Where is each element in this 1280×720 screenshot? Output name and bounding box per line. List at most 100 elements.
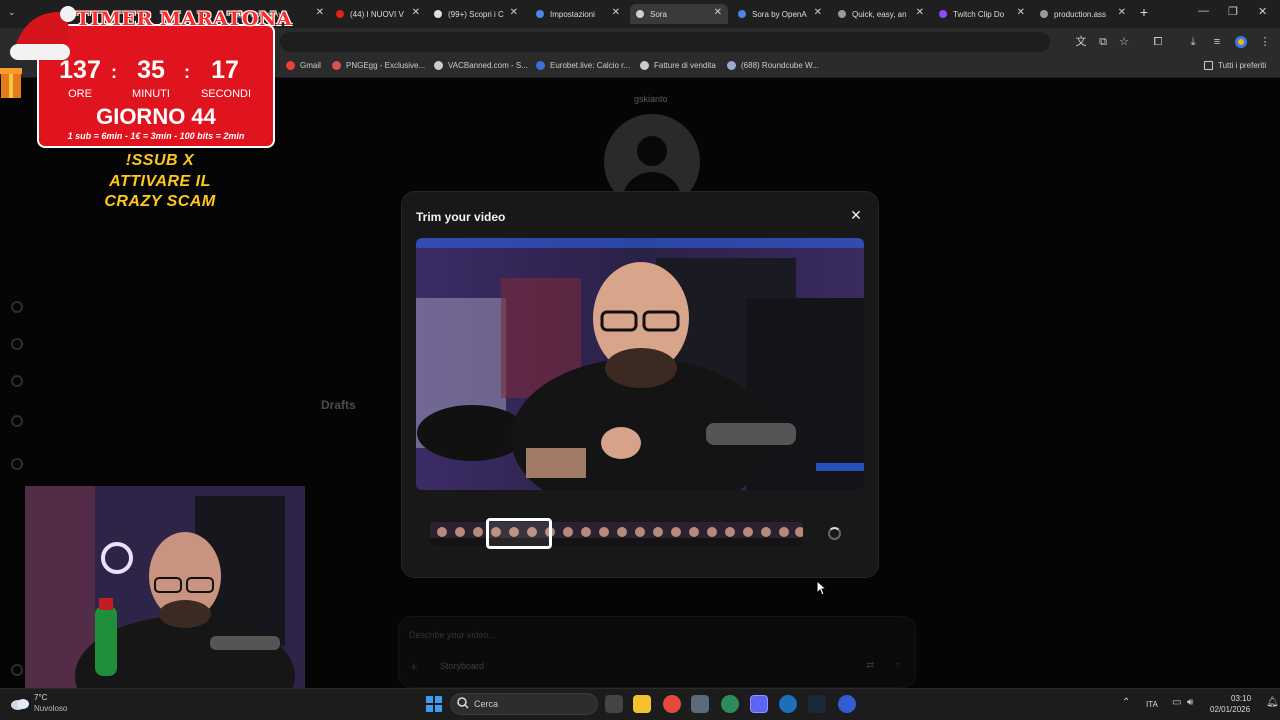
close-window-button[interactable]: ✕ bbox=[1258, 5, 1267, 18]
tiktok-favicon-icon bbox=[434, 10, 442, 18]
browser-menu-icon[interactable]: ⋮ bbox=[1258, 35, 1272, 49]
bookmark-eurobet[interactable]: Eurobet.live: Calcio r... bbox=[536, 61, 630, 70]
bookmark-label: VACBanned.com - S... bbox=[448, 61, 528, 70]
weather-description[interactable]: Nuvoloso bbox=[34, 704, 67, 713]
settings-sliders-icon[interactable]: ⇄ bbox=[866, 660, 874, 671]
sidebar-trophy-icon[interactable] bbox=[11, 375, 23, 387]
tab-label: Sora by OpenA bbox=[752, 9, 807, 19]
tab-close-icon[interactable]: ✕ bbox=[612, 7, 620, 18]
tab-close-icon[interactable]: ✕ bbox=[1118, 7, 1126, 18]
pngegg-icon bbox=[332, 61, 341, 70]
video-preview[interactable] bbox=[416, 238, 864, 490]
promo-line-3: CRAZY SCAM bbox=[104, 193, 216, 210]
cloud-icon bbox=[11, 699, 29, 710]
webcam-overlay bbox=[25, 486, 305, 688]
tab-search-list-icon[interactable]: ≡ bbox=[1210, 35, 1224, 49]
modal-close-button[interactable]: ✕ bbox=[846, 205, 866, 225]
download-icon[interactable]: ⤓ bbox=[1186, 35, 1200, 49]
prompt-composer[interactable] bbox=[398, 616, 916, 688]
timer-title: TIMER MARATONA bbox=[76, 8, 293, 30]
discord-icon[interactable] bbox=[750, 695, 768, 713]
tray-chevron-icon[interactable]: ⌃ bbox=[1122, 697, 1130, 708]
tab-sora-openai[interactable]: Sora by OpenA ✕ bbox=[732, 4, 828, 24]
sidebar-home-icon[interactable] bbox=[11, 301, 23, 313]
tab-tiktok[interactable]: (99+) Scopri i C ✕ bbox=[428, 4, 524, 24]
bookmark-all-favorites[interactable]: Tutti i preferiti bbox=[1204, 61, 1266, 70]
bookmark-roundcube[interactable]: (688) Roundcube W... bbox=[727, 61, 819, 70]
clock-time[interactable]: 03:10 bbox=[1231, 694, 1251, 703]
bookmark-label: (688) Roundcube W... bbox=[741, 61, 819, 70]
sora-openai-favicon-icon bbox=[738, 10, 746, 18]
tab-label: (44) I NUOVI V bbox=[350, 9, 404, 19]
tab-twitch-clip[interactable]: Twitch Clip Do ✕ bbox=[933, 4, 1031, 24]
tab-close-icon[interactable]: ✕ bbox=[714, 7, 722, 18]
trim-selection-handle[interactable] bbox=[486, 518, 552, 549]
tab-close-icon[interactable]: ✕ bbox=[510, 7, 518, 18]
bookmark-gmail[interactable]: Gmail bbox=[286, 61, 321, 70]
profile-avatar-icon[interactable] bbox=[1234, 35, 1248, 49]
bookmark-label: Eurobet.live: Calcio r... bbox=[550, 61, 631, 70]
bookmark-label: PNGEgg - Exclusive... bbox=[346, 61, 426, 70]
address-bar[interactable] bbox=[280, 32, 1050, 52]
tab-close-icon[interactable]: ✕ bbox=[412, 7, 420, 18]
gmail-icon bbox=[286, 61, 295, 70]
file-explorer-icon[interactable] bbox=[633, 695, 651, 713]
chrome-icon[interactable] bbox=[663, 695, 681, 713]
tab-close-icon[interactable]: ✕ bbox=[916, 7, 924, 18]
sidebar-search-icon[interactable] bbox=[11, 338, 23, 350]
tab-label: Twitch Clip Do bbox=[953, 9, 1005, 19]
app-arc-icon[interactable] bbox=[838, 695, 856, 713]
sidebar-settings-icon[interactable] bbox=[11, 664, 23, 676]
tab-label: Impostazioni bbox=[550, 9, 595, 19]
bookmark-vacbanned[interactable]: VACBanned.com - S... bbox=[434, 61, 528, 70]
bookmark-star-icon[interactable]: ☆ bbox=[1117, 35, 1131, 49]
install-app-icon[interactable]: ⧉ bbox=[1096, 35, 1110, 49]
new-tab-button[interactable]: + bbox=[1136, 5, 1152, 21]
extensions-icon[interactable]: ⧠ bbox=[1151, 35, 1165, 49]
app-owl-icon[interactable] bbox=[691, 695, 709, 713]
roundcube-icon bbox=[727, 61, 736, 70]
weather-temperature[interactable]: 7°C bbox=[34, 693, 47, 702]
network-icon[interactable]: ▭ bbox=[1172, 697, 1181, 708]
tab-close-icon[interactable]: ✕ bbox=[814, 7, 822, 18]
clock-date[interactable]: 02/01/2026 bbox=[1210, 705, 1250, 714]
tab-settings[interactable]: Impostazioni ✕ bbox=[530, 4, 626, 24]
tab-close-icon[interactable]: ✕ bbox=[316, 7, 324, 18]
steam-icon[interactable] bbox=[808, 695, 826, 713]
timer-rates: 1 sub = 6min - 1€ = 3min - 100 bits = 2m… bbox=[67, 131, 245, 141]
youtube-favicon-icon bbox=[336, 10, 344, 18]
task-view-icon[interactable] bbox=[605, 695, 623, 713]
tab-close-icon[interactable]: ✕ bbox=[1017, 7, 1025, 18]
avatar-head-shape bbox=[637, 136, 667, 166]
tab-label: production.ass bbox=[1054, 9, 1107, 19]
webcam-image bbox=[25, 486, 305, 688]
bookmark-fatture[interactable]: Fatture di vendita bbox=[640, 61, 716, 70]
windows-start-icon[interactable] bbox=[426, 696, 442, 712]
tab-quick[interactable]: Quick, easy, an ✕ bbox=[832, 4, 930, 24]
app-blue-icon[interactable] bbox=[779, 695, 797, 713]
notification-bell-icon[interactable]: 🔔︎ bbox=[1266, 697, 1279, 708]
settings-favicon-icon bbox=[536, 10, 544, 18]
send-arrow-icon[interactable]: ↑ bbox=[895, 660, 900, 671]
storyboard-button[interactable]: Storyboard bbox=[440, 661, 484, 671]
tab-youtube[interactable]: (44) I NUOVI V ✕ bbox=[330, 4, 426, 24]
bookmark-pngegg[interactable]: PNGEgg - Exclusive... bbox=[332, 61, 425, 70]
drafts-heading: Drafts bbox=[321, 398, 356, 412]
timer-day: GIORNO 44 bbox=[96, 104, 216, 129]
translate-icon[interactable]: 文 bbox=[1074, 35, 1088, 49]
vacbanned-icon bbox=[434, 61, 443, 70]
volume-icon[interactable]: 🔊︎ bbox=[1187, 697, 1193, 708]
restore-button[interactable]: ❐ bbox=[1228, 5, 1238, 18]
search-icon bbox=[457, 697, 469, 709]
tab-sora-active[interactable]: Sora ✕ bbox=[630, 4, 728, 24]
globe-icon bbox=[640, 61, 649, 70]
sidebar-profile-icon[interactable] bbox=[11, 458, 23, 470]
loading-spinner-icon bbox=[828, 527, 841, 540]
taskbar-search-box[interactable] bbox=[450, 693, 598, 715]
edge-icon[interactable] bbox=[721, 695, 739, 713]
tab-production[interactable]: production.ass ✕ bbox=[1034, 4, 1132, 24]
add-media-button[interactable]: + bbox=[410, 659, 418, 674]
input-language[interactable]: ITA bbox=[1146, 700, 1158, 709]
sidebar-notification-icon[interactable] bbox=[11, 415, 23, 427]
minimize-button[interactable]: — bbox=[1198, 5, 1209, 17]
